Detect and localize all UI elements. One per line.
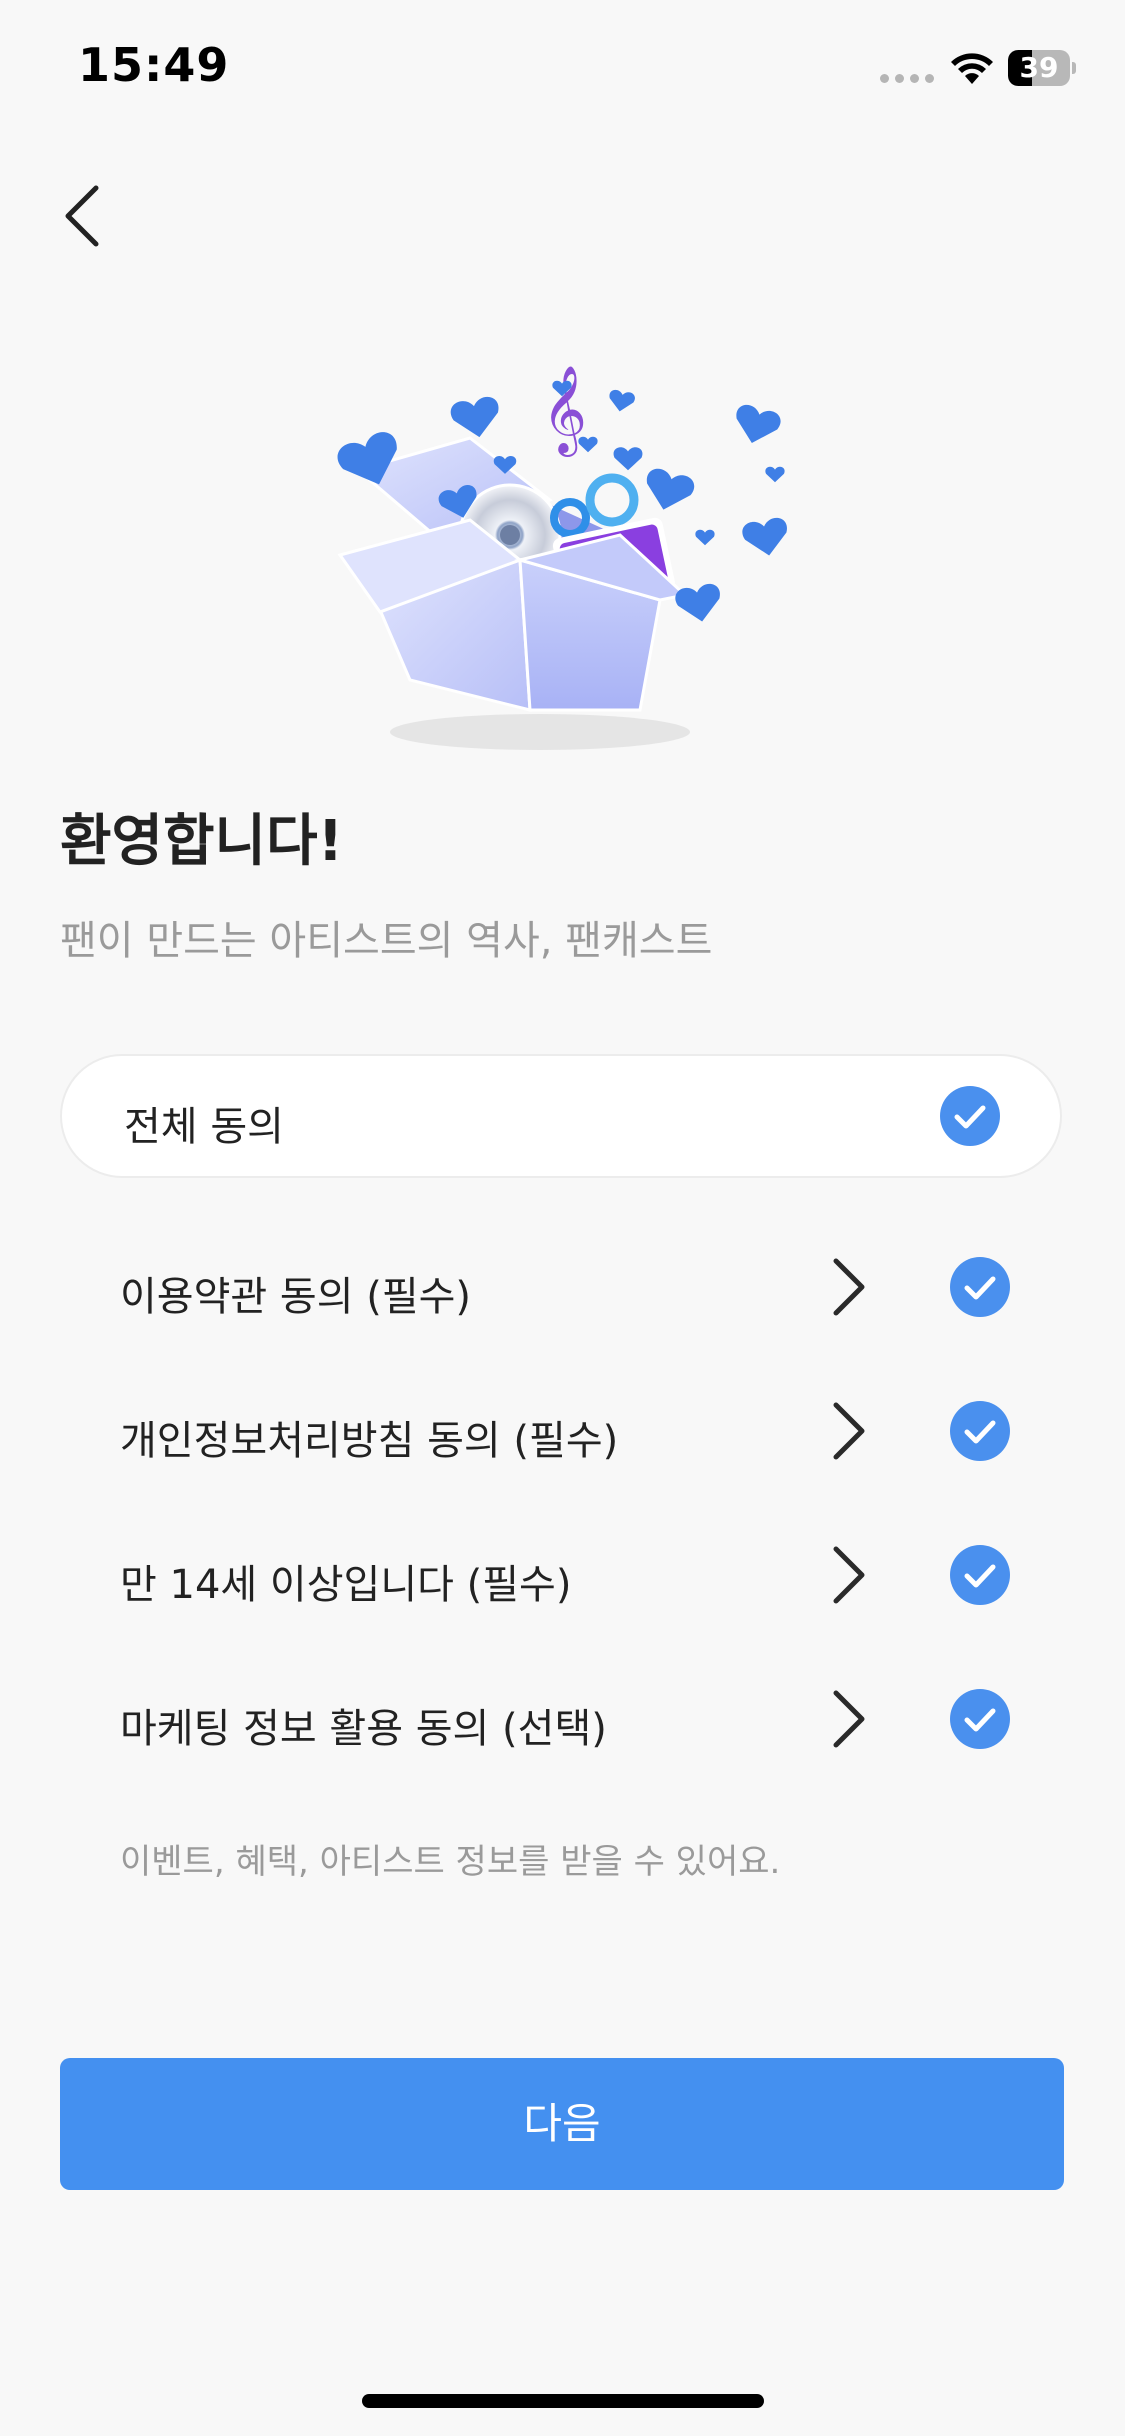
- term-checkbox[interactable]: [950, 1401, 1010, 1461]
- check-icon: [964, 1276, 996, 1300]
- marketing-note: 이벤트, 혜택, 아티스트 정보를 받을 수 있어요.: [120, 1842, 781, 1882]
- chevron-right-icon[interactable]: [822, 1687, 870, 1751]
- check-icon: [964, 1564, 996, 1588]
- page-subtitle: 팬이 만드는 아티스트의 역사, 팬캐스트: [60, 918, 713, 964]
- chevron-right-icon[interactable]: [822, 1543, 870, 1607]
- term-row-terms-of-service[interactable]: 이용약관 동의 (필수): [60, 1232, 1062, 1342]
- page-title: 환영합니다!: [60, 809, 344, 874]
- wifi-icon: [951, 53, 993, 84]
- term-row-age-confirmation[interactable]: 만 14세 이상입니다 (필수): [60, 1520, 1062, 1630]
- term-label: 만 14세 이상입니다 (필수): [120, 1562, 572, 1608]
- battery-icon: 39: [1008, 50, 1076, 86]
- term-label: 마케팅 정보 활용 동의 (선택): [120, 1706, 607, 1752]
- next-button[interactable]: 다음: [60, 2058, 1064, 2190]
- chevron-right-icon[interactable]: [822, 1399, 870, 1463]
- term-checkbox[interactable]: [950, 1257, 1010, 1317]
- check-icon: [964, 1420, 996, 1444]
- term-checkbox[interactable]: [950, 1689, 1010, 1749]
- term-row-privacy-policy[interactable]: 개인정보처리방침 동의 (필수): [60, 1376, 1062, 1486]
- battery-percent: 39: [1019, 51, 1059, 84]
- agree-all-checkbox[interactable]: [940, 1086, 1000, 1146]
- status-bar: 15:49 39: [0, 0, 1125, 132]
- check-icon: [954, 1105, 986, 1129]
- term-row-marketing[interactable]: 마케팅 정보 활용 동의 (선택): [60, 1664, 1062, 1774]
- agree-all-button[interactable]: 전체 동의: [60, 1054, 1062, 1178]
- gift-box-illustration: 𝄞: [337, 364, 787, 750]
- term-checkbox[interactable]: [950, 1545, 1010, 1605]
- agree-all-label: 전체 동의: [124, 1104, 284, 1150]
- term-label: 이용약관 동의 (필수): [120, 1274, 472, 1320]
- home-indicator: [362, 2394, 764, 2408]
- cellular-signal-icon: [880, 74, 934, 83]
- status-time: 15:49: [78, 38, 230, 92]
- back-button[interactable]: [52, 170, 116, 262]
- check-icon: [964, 1708, 996, 1732]
- chevron-right-icon[interactable]: [822, 1255, 870, 1319]
- chevron-left-icon: [65, 185, 99, 247]
- term-label: 개인정보처리방침 동의 (필수): [120, 1418, 619, 1464]
